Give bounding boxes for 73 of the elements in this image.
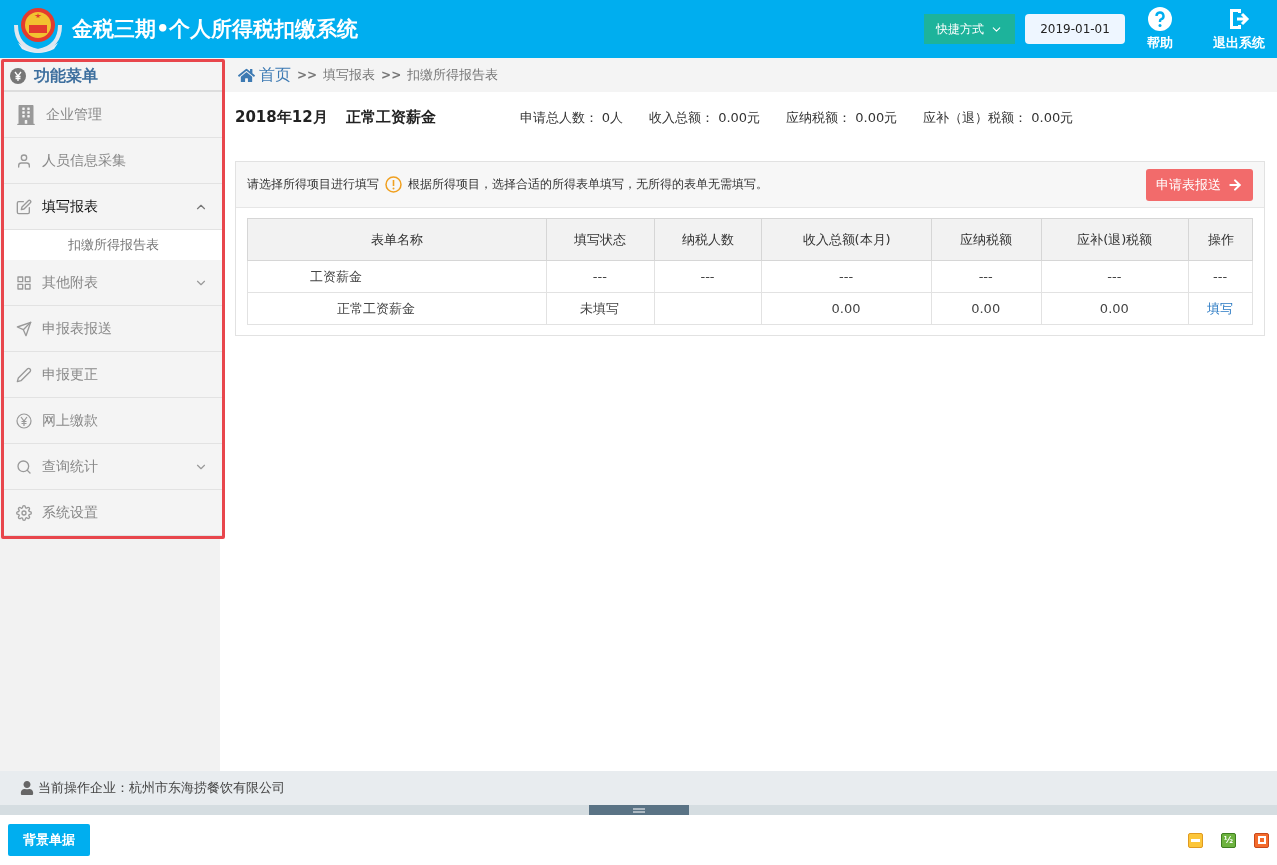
table-cell: --- [592,269,607,284]
app-title: 金税三期•个人所得税扣缴系统 [72,16,360,43]
menu-item[interactable]: 网上缴款 [4,398,222,444]
notice-prompt: 请选择所得项目进行填写 [247,176,379,193]
yen-icon [16,412,32,429]
submit-button[interactable]: 申请表报送 [1146,168,1253,201]
period-title: 2018年12月 [235,108,328,127]
summary-stat: 应补（退）税额： 0.00元 [923,108,1074,127]
logout-icon [1227,6,1251,31]
minimize-button[interactable] [1188,832,1203,848]
summary-stat: 申请总人数： 0人 [519,108,624,127]
date-field[interactable]: 2019-01-01 [1025,14,1125,44]
column-header: 应补(退)税额 [1041,218,1189,261]
submenu-item[interactable]: 扣缴所得报告表 [4,230,222,260]
column-header: 操作 [1188,218,1253,261]
breadcrumb-item[interactable]: 填写报表 [323,66,376,84]
settings-icon [16,504,32,521]
logout-button[interactable]: 退出系统 [1213,6,1265,52]
shortcut-dropdown[interactable]: 快捷方式 [924,14,1015,44]
column-header: 收入总额(本月) [761,218,932,261]
edit-icon [16,198,32,215]
user-icon [16,152,32,169]
help-icon [1148,6,1172,31]
breadcrumb-home[interactable]: 首页 [238,64,291,86]
menu-item[interactable]: 企业管理 [4,92,222,138]
table-cell: --- [1213,269,1228,284]
column-header: 表单名称 [247,218,547,261]
user-icon [20,781,34,795]
grip-icon [632,807,645,813]
home-icon [238,66,255,84]
pencil-icon [16,366,32,383]
warning-icon [385,176,402,193]
column-header: 填写状态 [546,218,655,261]
breadcrumb-item: 扣缴所得报告表 [407,66,499,84]
background-docs-button[interactable]: 背景单据 [8,824,90,856]
table-cell: 0.00 [831,301,861,316]
menu-item[interactable]: 其他附表 [4,260,222,306]
breadcrumb-separator: >> [297,68,318,82]
table-cell: 工资薪金 [310,268,363,284]
menu-title: 功能菜单 [34,65,98,87]
summary-stat: 收入总额： 0.00元 [649,108,761,127]
table-cell: 未填写 [580,300,620,316]
help-button[interactable]: 帮助 [1147,6,1173,52]
table-cell: --- [1107,269,1122,284]
current-company: 当前操作企业：杭州市东海捞餐饮有限公司 [38,779,285,797]
column-header: 应纳税额 [931,218,1042,261]
summary-stat: 应纳税额： 0.00元 [786,108,898,127]
menu-item[interactable]: 人员信息采集 [4,138,222,184]
menu-item[interactable]: 申报表报送 [4,306,222,352]
form-type-title: 正常工资薪金 [345,108,436,127]
menu-item[interactable]: 系统设置 [4,490,222,536]
half-size-button[interactable]: ½ [1221,832,1236,848]
table-cell: 0.00 [971,301,1001,316]
search-icon [16,458,32,475]
yen-icon [10,68,26,84]
notice-hint: 根据所得项目，选择合适的所得表单填写，无所得的表单无需填写。 [408,176,768,193]
send-icon [16,320,32,337]
menu-item[interactable]: 申报更正 [4,352,222,398]
table-cell: --- [700,269,715,284]
table-cell: 0.00 [1099,301,1129,316]
table-cell: --- [978,269,993,284]
column-header: 纳税人数 [654,218,762,261]
breadcrumb-separator: >> [381,68,402,82]
square-icon [1257,836,1266,844]
table-cell: 正常工资薪金 [337,300,416,316]
resize-handle[interactable] [588,805,689,815]
minus-icon [1191,838,1200,842]
building-icon [16,104,36,125]
grid-icon [16,274,32,291]
maximize-button[interactable] [1254,832,1269,848]
menu-item[interactable]: 查询统计 [4,444,222,490]
table-cell: --- [839,269,854,284]
arrow-right-icon [1227,176,1243,193]
